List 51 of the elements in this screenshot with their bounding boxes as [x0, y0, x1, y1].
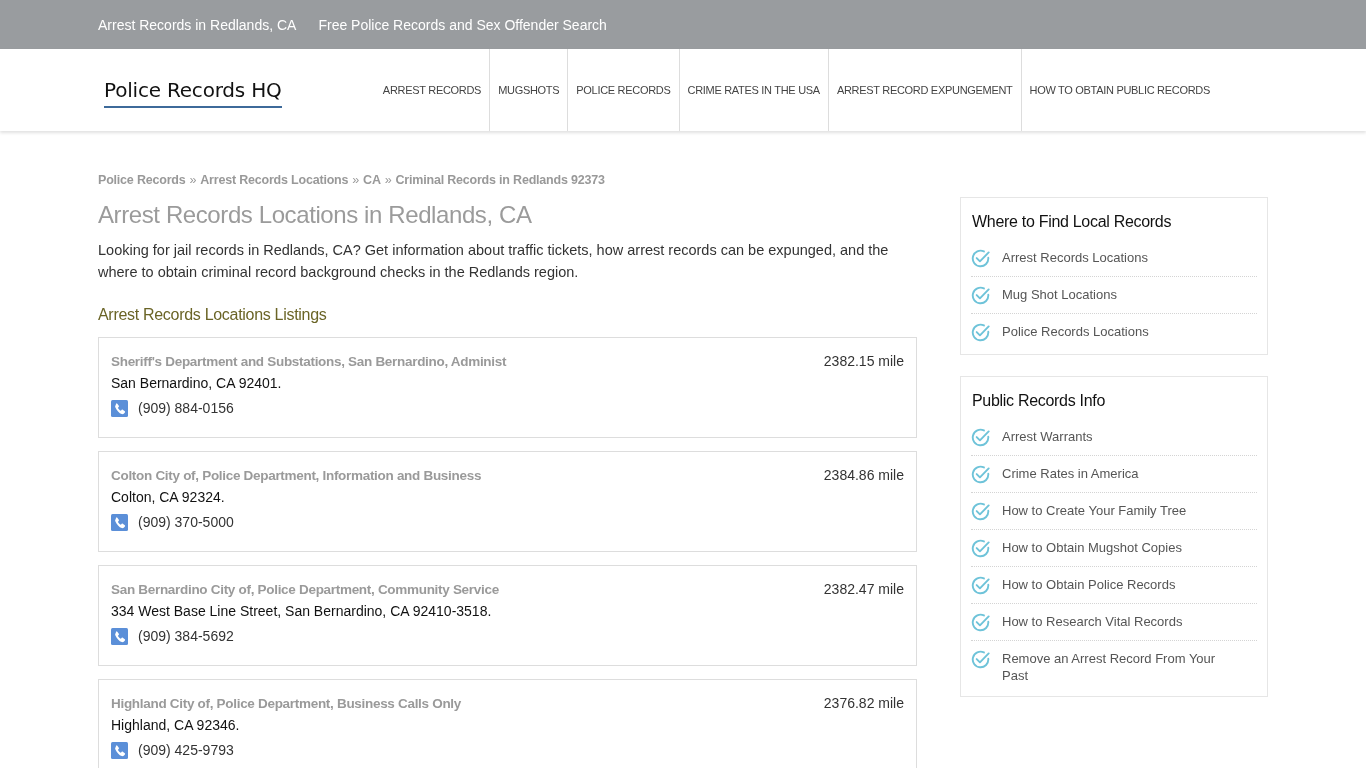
sidebar-link[interactable]: Arrest Warrants: [1002, 428, 1222, 445]
nav-link[interactable]: ARREST RECORD EXPUNGEMENT: [827, 49, 1021, 131]
phone-number: (909) 425-9793: [138, 741, 234, 760]
sidebar-link[interactable]: How to Research Vital Records: [1002, 613, 1222, 630]
nav-link[interactable]: ARREST RECORDS: [374, 49, 490, 131]
breadcrumb-separator: »: [189, 172, 197, 188]
breadcrumb-separator: »: [352, 172, 360, 188]
distance-text: 2382.47 mile: [823, 580, 904, 599]
check-circle-icon: [971, 286, 990, 305]
widget-title: Public Records Info: [972, 391, 1107, 411]
address-text: Highland, CA 92346.: [111, 716, 241, 735]
address-text: San Bernardino, CA 92401.: [111, 374, 283, 393]
intro-text: Looking for jail records in Redlands, CA? Get information about traffic tickets, how arrest records can be expunged, and the where to obtain criminal record background checks in the Redlands region.: [98, 241, 890, 282]
phone-number: (909) 384-5692: [138, 627, 234, 646]
nav-link[interactable]: CRIME RATES IN THE USA: [678, 49, 828, 131]
nav-link[interactable]: POLICE RECORDS: [567, 49, 679, 131]
check-circle-icon: [971, 576, 990, 595]
phone-number: (909) 370-5000: [138, 513, 234, 532]
section-heading: Arrest Records Locations Listings: [98, 305, 328, 325]
check-circle-icon: [971, 650, 990, 669]
check-circle-icon: [971, 465, 990, 484]
distance-text: 2382.15 mile: [823, 352, 904, 371]
nav-link[interactable]: HOW TO OBTAIN PUBLIC RECORDS: [1020, 49, 1218, 131]
site-logo[interactable]: Police Records HQ: [104, 76, 282, 108]
sidebar-link[interactable]: Mug Shot Locations: [1002, 286, 1222, 303]
sidebar-link[interactable]: Remove an Arrest Record From Your Past: [1002, 650, 1222, 684]
sidebar-link[interactable]: Crime Rates in America: [1002, 465, 1222, 482]
check-circle-icon: [971, 539, 990, 558]
distance-text: 2384.86 mile: [823, 466, 904, 485]
phone-icon: [111, 627, 128, 645]
check-circle-icon: [971, 249, 990, 268]
sidebar-link[interactable]: Police Records Locations: [1002, 323, 1222, 340]
phone-icon: [111, 513, 128, 531]
distance-text: 2376.82 mile: [823, 694, 904, 713]
address-text: Colton, CA 92324.: [111, 488, 226, 507]
sidebar-link[interactable]: How to Obtain Police Records: [1002, 576, 1222, 593]
sidebar-link[interactable]: How to Create Your Family Tree: [1002, 502, 1222, 519]
check-circle-icon: [971, 428, 990, 447]
sidebar-link[interactable]: Arrest Records Locations: [1002, 249, 1222, 266]
widget-title: Where to Find Local Records: [972, 212, 1173, 232]
breadcrumb-separator: »: [384, 172, 392, 188]
check-circle-icon: [971, 502, 990, 521]
nav-link[interactable]: MUGSHOTS: [489, 49, 568, 131]
address-text: 334 West Base Line Street, San Bernardino, CA 92410-3518.: [111, 602, 493, 621]
phone-icon: [111, 399, 128, 417]
phone-icon: [111, 741, 128, 759]
sidebar-link[interactable]: How to Obtain Mugshot Copies: [1002, 539, 1222, 556]
phone-number: (909) 884-0156: [138, 399, 234, 418]
check-circle-icon: [971, 613, 990, 632]
page-title: Arrest Records Locations in Redlands, CA: [98, 200, 533, 230]
check-circle-icon: [971, 323, 990, 342]
